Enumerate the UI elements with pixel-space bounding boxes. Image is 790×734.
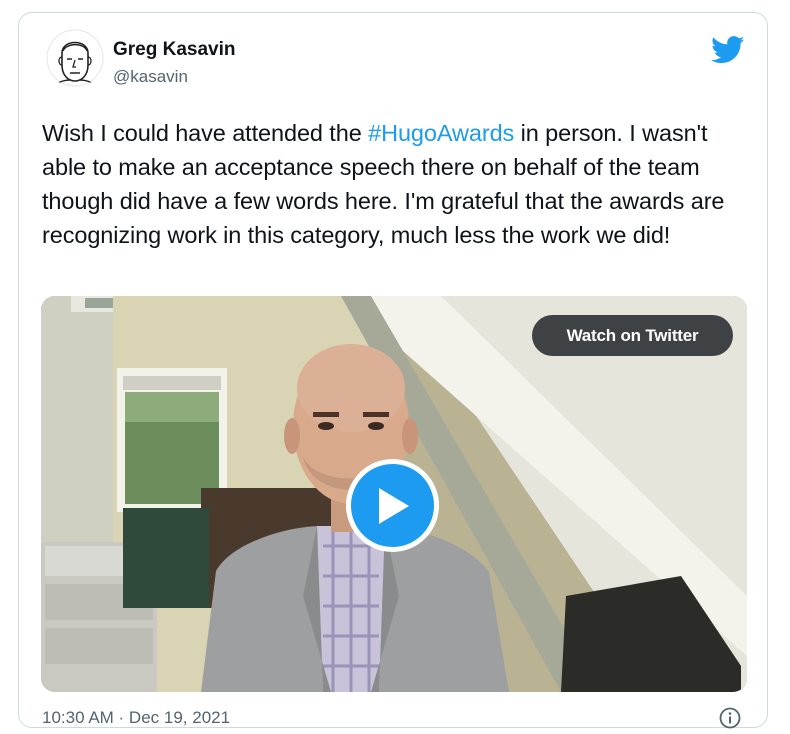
twitter-bird-icon[interactable] bbox=[711, 36, 745, 64]
hashtag-link[interactable]: #HugoAwards bbox=[368, 120, 514, 146]
tweet-timestamp[interactable]: 10:30 AM · Dec 19, 2021 bbox=[42, 708, 230, 728]
watch-on-twitter-button[interactable]: Watch on Twitter bbox=[532, 315, 733, 356]
play-icon bbox=[378, 487, 409, 524]
author-handle[interactable]: @kasavin bbox=[113, 67, 188, 87]
video-player[interactable]: Watch on Twitter bbox=[41, 296, 747, 692]
info-icon[interactable] bbox=[719, 707, 741, 729]
play-button[interactable] bbox=[346, 459, 439, 552]
tweet-text: Wish I could have attended the #HugoAwar… bbox=[42, 116, 757, 252]
tweet-text-start: Wish I could have attended the bbox=[42, 120, 369, 146]
author-name[interactable]: Greg Kasavin bbox=[113, 39, 236, 61]
avatar[interactable] bbox=[46, 29, 104, 87]
tweet-card: Greg Kasavin @kasavin Wish I could have … bbox=[18, 12, 768, 729]
